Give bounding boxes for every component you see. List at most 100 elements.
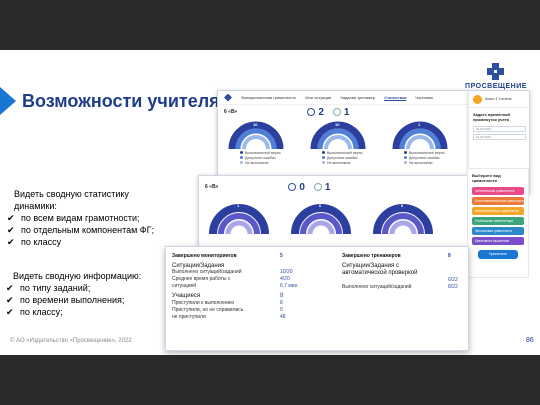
- monitoring-header: Завершено мониторингов: [172, 253, 237, 259]
- row-label: Приступили к выполнению: [172, 300, 235, 306]
- stat-a-value: 0: [299, 181, 305, 193]
- check-icon: ✔: [6, 307, 14, 317]
- class-stats: 2 1: [307, 107, 349, 118]
- gauge-3: 1 Выполнили всё верно Допустили ошибки Н…: [390, 119, 472, 166]
- legend-item: Допустили ошибки: [409, 156, 440, 160]
- students-count: 8: [280, 293, 284, 299]
- legend-item: Выполнили всё верно: [245, 151, 281, 155]
- legend-item: Выполнили всё верно: [327, 151, 363, 155]
- page-number: 86: [526, 337, 534, 344]
- list-item-text: по времени выполнения;: [20, 295, 125, 305]
- list-item-text: по отдельным компонентам ФГ;: [21, 225, 155, 235]
- list-item: ✔ по отдельным компонентам ФГ;: [7, 224, 154, 236]
- check-icon: ✔: [7, 225, 15, 235]
- legend-item: Выполнили всё верно: [409, 151, 445, 155]
- app-logo-icon: [224, 93, 232, 102]
- stat-b-icon: [332, 108, 341, 116]
- list-item-text: по всем видам грамотности;: [21, 213, 140, 223]
- stat-b-value: 1: [324, 181, 331, 193]
- monitoring-column: Завершено мониторингов 5 Ситуации/Задания…: [172, 253, 322, 321]
- gauge-value: 10: [253, 122, 258, 127]
- auto-check-heading: Ситуации/Задания с автоматической провер…: [342, 263, 418, 276]
- stat-a-value: 2: [318, 106, 324, 118]
- monitoring-count: 5: [280, 253, 283, 259]
- row-label: Среднее время работы с: [172, 276, 231, 282]
- gauge-legend: Выполнили всё верно Допустили ошибки Не …: [226, 151, 308, 166]
- gauge-2: 10 Выполнили всё верно Допустили ошибки …: [308, 119, 390, 166]
- list-item-text: по классу: [21, 237, 62, 247]
- class-stats: 0 1: [288, 182, 330, 193]
- row-value: 8/22: [448, 284, 458, 290]
- logo-mark-icon: [487, 63, 505, 81]
- title-arrow-icon: [0, 87, 16, 115]
- legend-item: Допустили ошибки: [245, 156, 276, 160]
- literacy-item-creative[interactable]: Креативное мышление: [472, 237, 524, 245]
- class-line: 6 «В» 0 1: [199, 180, 467, 194]
- check-icon: ✔: [7, 213, 15, 223]
- literacy-item-global[interactable]: Глобальные компетенции: [472, 217, 524, 225]
- block1-heading: Видеть сводную статистику: [14, 189, 129, 199]
- row-label: ситуацией: [172, 283, 197, 289]
- nav-draft[interactable]: Черновик: [415, 95, 433, 100]
- nav-my-situations[interactable]: Мои ситуации: [305, 95, 331, 100]
- row-label: Выполнено ситуаций/заданий: [342, 284, 412, 290]
- check-icon: ✔: [6, 295, 14, 305]
- gauge-value: 1: [418, 122, 421, 127]
- check-icon: ✔: [6, 283, 14, 293]
- list-item-text: по типу заданий;: [20, 283, 91, 293]
- gauge-6: 6: [371, 200, 453, 236]
- row-value: 10/20: [280, 269, 293, 275]
- block1-heading-cont: динамики:: [14, 201, 57, 211]
- row-value: 4/20: [280, 276, 290, 282]
- legend-item: Допустили ошибки: [327, 156, 358, 160]
- detail-panel: Завершено мониторингов 5 Ситуации/Задания…: [165, 246, 469, 351]
- legend-item: Не выполнили: [245, 161, 269, 165]
- class-label: 6 «В»: [224, 109, 238, 115]
- slide-title: Возможности учителя: [22, 91, 217, 111]
- user-box[interactable]: Класс 1 Учитель: [469, 91, 529, 108]
- row-label: не приступили: [172, 314, 206, 320]
- nav-statistics[interactable]: Статистика: [384, 95, 406, 100]
- legend-item: Не выполнили: [409, 161, 433, 165]
- block2-heading: Видеть сводную информацию:: [13, 271, 142, 281]
- period-heading: Задать временной промежуток учета: [473, 112, 511, 122]
- row-value: 0: [280, 307, 283, 313]
- gauge-legend: Выполнили всё верно Допустили ошибки Не …: [390, 151, 472, 166]
- literacy-item-science[interactable]: Естественнонаучная грамотность: [472, 197, 524, 205]
- gauges-row-2: 1 6 6: [199, 200, 467, 236]
- date-from-field[interactable]: 01.09.2022: [473, 126, 526, 132]
- gauge-value: 10: [335, 122, 340, 127]
- row-value: 8: [280, 300, 283, 306]
- apply-button[interactable]: Применить: [478, 250, 518, 259]
- row-label: Выполнено ситуаций/заданий: [172, 269, 242, 275]
- stat-a-icon: [307, 108, 316, 116]
- row-value: 48: [280, 314, 286, 320]
- row-label: Приступили, но не справились: [172, 307, 244, 313]
- avatar: [473, 94, 482, 104]
- trainer-column: Завершено тренажеров 8 Ситуации/Задания с…: [342, 253, 466, 291]
- legend-item: Не выполнили: [327, 161, 351, 165]
- statistics-text-block: Видеть сводную статистику динамики: ✔ по …: [7, 188, 154, 248]
- literacy-item-reading[interactable]: Читательская грамотность: [472, 187, 524, 195]
- gauge-value: 1: [237, 203, 240, 208]
- stat-b-icon: [313, 183, 322, 191]
- user-name: Класс 1 Учитель: [485, 97, 512, 101]
- list-item-text: по классу;: [20, 307, 63, 317]
- literacy-item-math[interactable]: Математическая грамотность: [472, 207, 524, 215]
- gauge-legend: Выполнили всё верно Допустили ошибки Не …: [308, 151, 390, 166]
- info-text-block: Видеть сводную информацию: ✔ по типу зада…: [6, 270, 142, 318]
- list-item: ✔ по всем видам грамотности;: [7, 212, 154, 224]
- stat-b-value: 1: [343, 106, 350, 118]
- nav-trainer[interactable]: Задания тренажер: [340, 95, 375, 100]
- gauge-value: 6: [401, 203, 404, 208]
- logo-brand: ПРОСВЕЩЕНИЕ: [465, 83, 527, 90]
- gauge-1: 10 Выполнили всё верно Допустили ошибки …: [226, 119, 308, 166]
- date-to-field[interactable]: 31.05.2023: [473, 134, 526, 140]
- list-item: ✔ по времени выполнения;: [6, 294, 141, 306]
- trainer-header: Завершено тренажеров: [342, 253, 401, 259]
- app-name: Функциональная грамотность: [241, 95, 297, 100]
- gauge-4: 1: [207, 200, 289, 236]
- list-item: ✔ по классу;: [6, 306, 141, 318]
- list-item: ✔ по классу: [7, 236, 154, 248]
- literacy-item-financial[interactable]: Финансовая грамотность: [472, 227, 524, 235]
